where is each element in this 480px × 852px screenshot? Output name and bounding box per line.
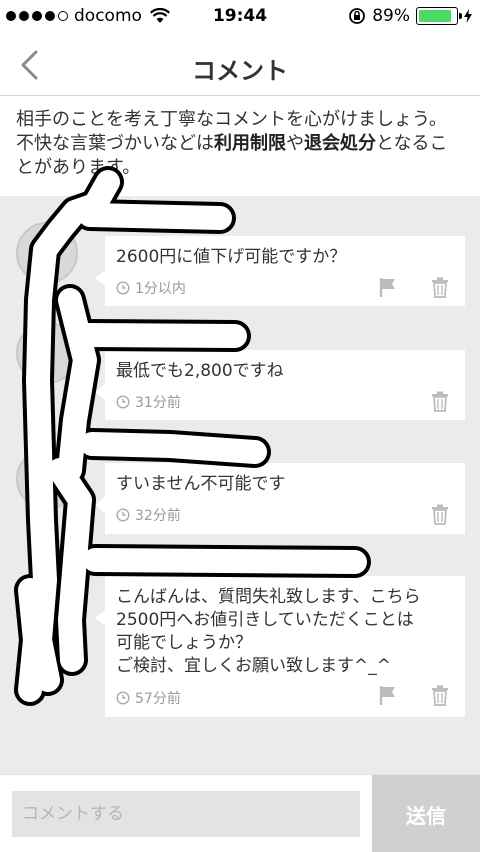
page-title: コメント (192, 57, 288, 85)
comment-timestamp: 57分前 (116, 688, 181, 708)
comment-time: 57分前 (135, 691, 181, 707)
comment-actions (377, 684, 451, 706)
comment-actions (429, 390, 451, 412)
clock-icon (116, 691, 130, 705)
send-button[interactable]: 送信 (372, 775, 480, 852)
charging-icon (464, 9, 472, 23)
notice-account-termination: 退会処分 (304, 133, 376, 154)
clock-icon (116, 508, 130, 522)
comment-timestamp: 31分前 (116, 392, 181, 412)
rotation-lock-icon (349, 8, 366, 24)
comment-time: 32分前 (135, 508, 181, 524)
comment-time: 1分以内 (135, 281, 186, 297)
comment-guidelines-notice: 相手のことを考え丁寧なコメントを心がけましょう。不快な言葉づかいなどは利用制限や… (0, 96, 480, 196)
comment-time: 31分前 (135, 395, 181, 411)
comment-item: こんばんは、質問失礼致します、こちら 2500円へお値引きしていただくことは 可… (95, 576, 465, 717)
delete-trash-icon[interactable] (429, 276, 451, 298)
clock-icon (116, 281, 130, 295)
comment-item: 最低でも2,800ですね 31分前 (95, 350, 465, 420)
comment-actions (377, 276, 451, 298)
comment-actions (429, 503, 451, 525)
comment-input-bar: 送信 (0, 774, 480, 852)
comment-item: すいません不可能です 32分前 (95, 463, 465, 534)
avatar (16, 322, 78, 384)
comment-text: 最低でも2,800ですね (116, 361, 284, 381)
avatar (16, 580, 78, 642)
comment-text: こんばんは、質問失礼致します、こちら 2500円へお値引きしていただくことは 可… (116, 587, 421, 676)
comment-text: すいません不可能です (116, 474, 286, 494)
clock-icon (116, 395, 130, 409)
battery-percent: 89% (372, 6, 410, 26)
battery-icon (416, 7, 462, 25)
comment-list: 2600円に値下げ可能ですか？ 1分以内 最低でも2,800ですね 31分前 す… (0, 196, 480, 774)
status-right: 89% (348, 6, 472, 26)
comment-timestamp: 1分以内 (116, 278, 186, 298)
notice-usage-restriction: 利用制限 (214, 133, 286, 154)
notice-text-2: や (286, 133, 304, 154)
delete-trash-icon[interactable] (429, 684, 451, 706)
avatar (16, 222, 78, 284)
comment-timestamp: 32分前 (116, 505, 181, 525)
status-bar: docomo 19:44 89% (0, 0, 480, 34)
navigation-bar: コメント (0, 34, 480, 96)
comment-input[interactable] (12, 791, 360, 837)
delete-trash-icon[interactable] (429, 390, 451, 412)
comment-text: 2600円に値下げ可能ですか？ (116, 247, 347, 267)
report-flag-icon[interactable] (377, 276, 399, 298)
comment-item: 2600円に値下げ可能ですか？ 1分以内 (95, 236, 465, 306)
report-flag-icon[interactable] (377, 684, 399, 706)
avatar (16, 448, 78, 510)
delete-trash-icon[interactable] (429, 503, 451, 525)
